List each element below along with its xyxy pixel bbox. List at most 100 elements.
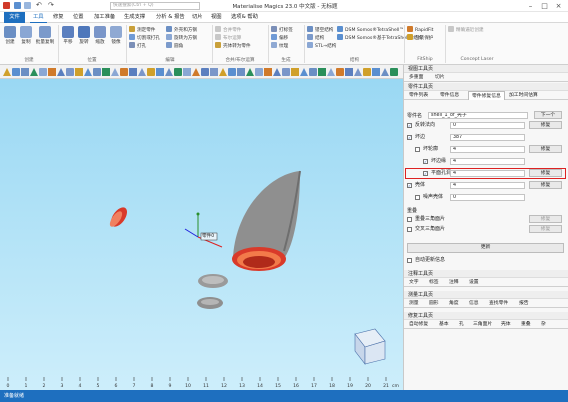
stl-structure-button[interactable]: STL→结构 (307, 42, 336, 50)
tab-angle[interactable]: 角度 (446, 299, 462, 308)
toolbar-tool-icon[interactable] (120, 68, 128, 76)
toolbar-tool-icon[interactable] (102, 68, 110, 76)
toolbar-tool-icon[interactable] (84, 68, 92, 76)
tab-hole[interactable]: 孔 (456, 320, 467, 329)
tab-report[interactable]: 报告 (516, 299, 532, 308)
structure-button[interactable]: 结构 (307, 34, 336, 42)
update-button[interactable]: 更新 (407, 243, 564, 253)
rotate-square-button[interactable]: 旋转为方钢 (166, 34, 197, 42)
toolbar-tool-icon[interactable] (147, 68, 155, 76)
toolbar-tool-icon[interactable] (30, 68, 38, 76)
tab-shell[interactable]: 壳体 (498, 320, 514, 329)
toolbar-tool-icon[interactable] (237, 68, 245, 76)
toolbar-tool-icon[interactable] (363, 68, 371, 76)
package-protect-button[interactable]: 包装保护 (407, 34, 433, 42)
part-disc-lower[interactable] (197, 297, 223, 309)
fix-row-button[interactable]: 修复 (529, 121, 562, 129)
toolbar-tool-icon[interactable] (255, 68, 263, 76)
part-small-red[interactable] (108, 205, 131, 230)
menu-fix[interactable]: 修复 (50, 12, 67, 23)
toolbar-tool-icon[interactable] (156, 68, 164, 76)
menu-position[interactable]: 位置 (70, 12, 87, 23)
toolbar-tool-icon[interactable] (291, 68, 299, 76)
boolean-button[interactable]: 布尔运算 (215, 34, 251, 42)
rapidfit-button[interactable]: RapidFit (407, 26, 433, 34)
tab-multi-face[interactable]: 多重面 (406, 73, 426, 82)
create-button[interactable]: 创建 (3, 26, 17, 45)
tab-slice[interactable]: 切片 (432, 73, 448, 82)
part-tools-header[interactable]: 零件工具页 (404, 83, 568, 91)
tab-part-info[interactable]: 零件信息 (437, 91, 462, 100)
tab-text[interactable]: 文字 (406, 278, 422, 287)
menu-file[interactable]: 文件 (4, 12, 25, 23)
menu-tools[interactable]: 工具 (30, 12, 47, 23)
toolbar-tool-icon[interactable] (390, 68, 398, 76)
3d-viewport[interactable]: 零件0 (0, 79, 403, 390)
toolbar-tool-icon[interactable] (66, 68, 74, 76)
view-cube[interactable] (354, 328, 386, 365)
menu-build-prep[interactable]: 加工准备 (91, 12, 118, 23)
toolbar-tool-icon[interactable] (381, 68, 389, 76)
tab-part-fix-info[interactable]: 零件修复信息 (468, 91, 505, 100)
toolbar-tool-icon[interactable] (192, 68, 200, 76)
toolbar-tool-icon[interactable] (219, 68, 227, 76)
auto-update-checkbox[interactable] (407, 258, 412, 263)
fix-row-checkbox[interactable]: ✓ (423, 171, 428, 176)
translate-button[interactable]: 平移 (61, 26, 75, 45)
tab-misc[interactable]: 杂 (538, 320, 549, 329)
menu-view[interactable]: 视图 (208, 12, 225, 23)
tab-measure[interactable]: 测量 (406, 299, 422, 308)
toolbar-tool-icon[interactable] (246, 68, 254, 76)
overlap-fix-button[interactable]: 修复 (529, 215, 562, 223)
fix-row-button[interactable]: 修复 (529, 181, 562, 189)
toolbar-tool-icon[interactable] (282, 68, 290, 76)
tab-triangles[interactable]: 三角面片 (470, 320, 495, 329)
shell-to-part-button[interactable]: 壳体转为零件 (215, 42, 251, 50)
measure-part-button[interactable]: 测定零件 (129, 26, 160, 34)
intersect-triangles-checkbox[interactable] (407, 227, 412, 232)
offset-button[interactable]: 偏移 (271, 34, 293, 42)
toolbar-tool-icon[interactable] (75, 68, 83, 76)
toolbar-tool-icon[interactable] (111, 68, 119, 76)
fix-row-checkbox[interactable]: ✓ (423, 159, 428, 164)
tab-info[interactable]: 信息 (466, 299, 482, 308)
fix-row-checkbox[interactable] (415, 195, 420, 200)
menu-options-help[interactable]: 选项& 帮助 (228, 12, 261, 23)
toolbar-tool-icon[interactable] (300, 68, 308, 76)
toolbar-tool-icon[interactable] (318, 68, 326, 76)
toolbar-tool-icon[interactable] (183, 68, 191, 76)
toolbar-tool-icon[interactable] (129, 68, 137, 76)
shell-square-button[interactable]: 外壳和方钢 (166, 26, 197, 34)
tab-settings[interactable]: 设置 (466, 278, 482, 287)
batch-copy-button[interactable]: 批量复制 (35, 26, 55, 45)
close-icon[interactable]: × (552, 1, 565, 11)
toolbar-tool-icon[interactable] (48, 68, 56, 76)
tab-auto-fix[interactable]: 自动修复 (406, 320, 431, 329)
tab-circle[interactable]: 圆形 (426, 299, 442, 308)
part-disc-upper[interactable] (198, 274, 228, 288)
toolbar-tool-icon[interactable] (39, 68, 47, 76)
toolbar-tool-icon[interactable] (57, 68, 65, 76)
menu-support[interactable]: 生成支撑 (121, 12, 148, 23)
toolbar-tool-icon[interactable] (372, 68, 380, 76)
open-icon[interactable] (24, 2, 31, 9)
next-button[interactable]: 下一个 (534, 111, 562, 119)
toolbar-tool-icon[interactable] (3, 68, 11, 76)
toolbar-tool-icon[interactable] (21, 68, 29, 76)
toolbar-tool-icon[interactable] (309, 68, 317, 76)
cut-punch-button[interactable]: 切割或打孔 (129, 34, 160, 42)
toolbar-tool-icon[interactable] (273, 68, 281, 76)
toolbar-tool-icon[interactable] (345, 68, 353, 76)
texture-button[interactable]: 纹理 (271, 42, 293, 50)
toolbar-tool-icon[interactable] (174, 68, 182, 76)
redo-icon[interactable]: ↷ (48, 1, 54, 9)
fix-tools-header[interactable]: 修复工具页 (404, 312, 568, 320)
part-shell-main[interactable] (232, 170, 301, 271)
label-button[interactable]: 打标签 (271, 26, 293, 34)
rotate-button[interactable]: 旋转 (77, 26, 91, 45)
toolbar-tool-icon[interactable] (327, 68, 335, 76)
fix-row-checkbox[interactable]: ✓ (407, 183, 412, 188)
merge-parts-button[interactable]: 合并零件 (215, 26, 251, 34)
toolbar-tool-icon[interactable] (12, 68, 20, 76)
tab-annotation[interactable]: 注释 (446, 278, 462, 287)
